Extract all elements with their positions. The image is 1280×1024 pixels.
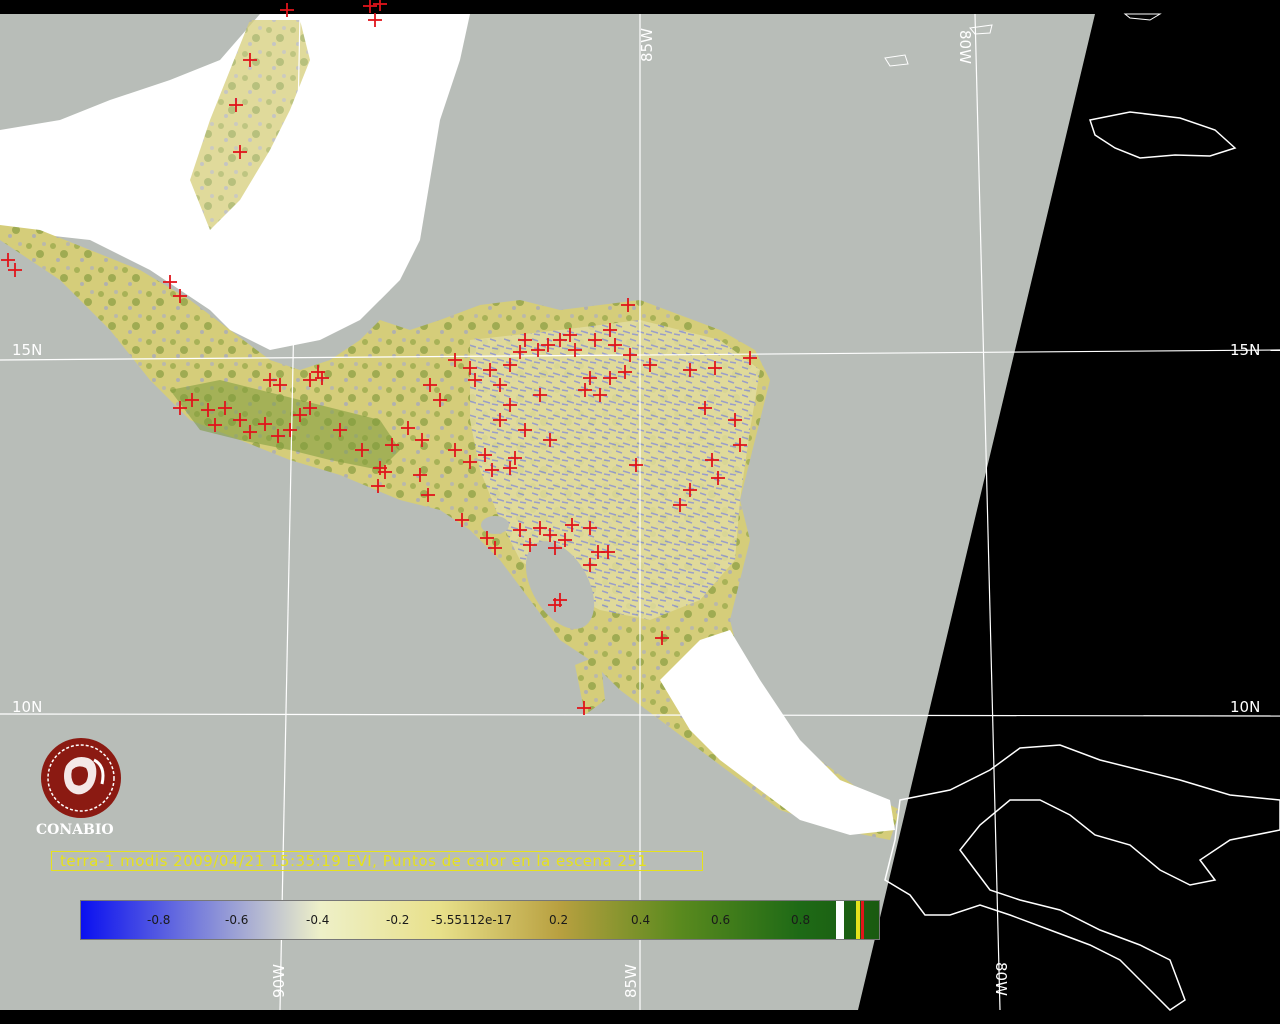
colorbar-tick-label: 0.6 bbox=[711, 913, 731, 927]
colorbar-tick-label: 0.2 bbox=[549, 913, 569, 927]
colorbar-hotspot-swatch bbox=[856, 901, 860, 939]
grid-label-90w-bottom: 90W bbox=[270, 964, 288, 998]
conabio-logo: CONABIO bbox=[36, 736, 132, 840]
grid-label-10n-right: 10N bbox=[1230, 698, 1260, 716]
grid-label-85w-bottom: 85W bbox=[622, 964, 640, 998]
evi-colorbar: -0.8 -0.6 -0.4 -0.2 -5.55112e-17 0.2 0.4 0.6 0.8 bbox=[80, 900, 880, 940]
grid-label-80w-top: 80W bbox=[956, 30, 974, 64]
colorbar-cloud-swatch bbox=[836, 901, 844, 939]
grid-label-15n-left: 15N bbox=[12, 341, 42, 359]
conabio-emblem-icon bbox=[41, 738, 121, 818]
grid-label-10n-left: 10N bbox=[12, 698, 42, 716]
colorbar-tick-label: 0.8 bbox=[791, 913, 811, 927]
map-viewer: 85W 80W 15N 15N 10N 10N 90W 85W 80W CONA… bbox=[0, 0, 1280, 1024]
colorbar-tick-label: -0.8 bbox=[147, 913, 171, 927]
grid-label-80w-bottom: 80W bbox=[992, 962, 1010, 996]
colorbar-tick-label: -5.55112e-17 bbox=[431, 913, 512, 927]
lake-managua bbox=[481, 516, 509, 534]
colorbar-tick-label: -0.2 bbox=[386, 913, 410, 927]
colorbar-fire-swatch bbox=[861, 901, 864, 939]
conabio-logo-text: CONABIO bbox=[36, 822, 114, 838]
scene-caption: terra-1 modis 2009/04/21 15:35:19 EVI, P… bbox=[51, 851, 703, 871]
grid-label-85w-top: 85W bbox=[638, 28, 656, 62]
colorbar-tick-label: 0.4 bbox=[631, 913, 651, 927]
colorbar-tick-label: -0.6 bbox=[225, 913, 249, 927]
grid-label-15n-right: 15N bbox=[1230, 341, 1260, 359]
colorbar-tick-label: -0.4 bbox=[306, 913, 330, 927]
